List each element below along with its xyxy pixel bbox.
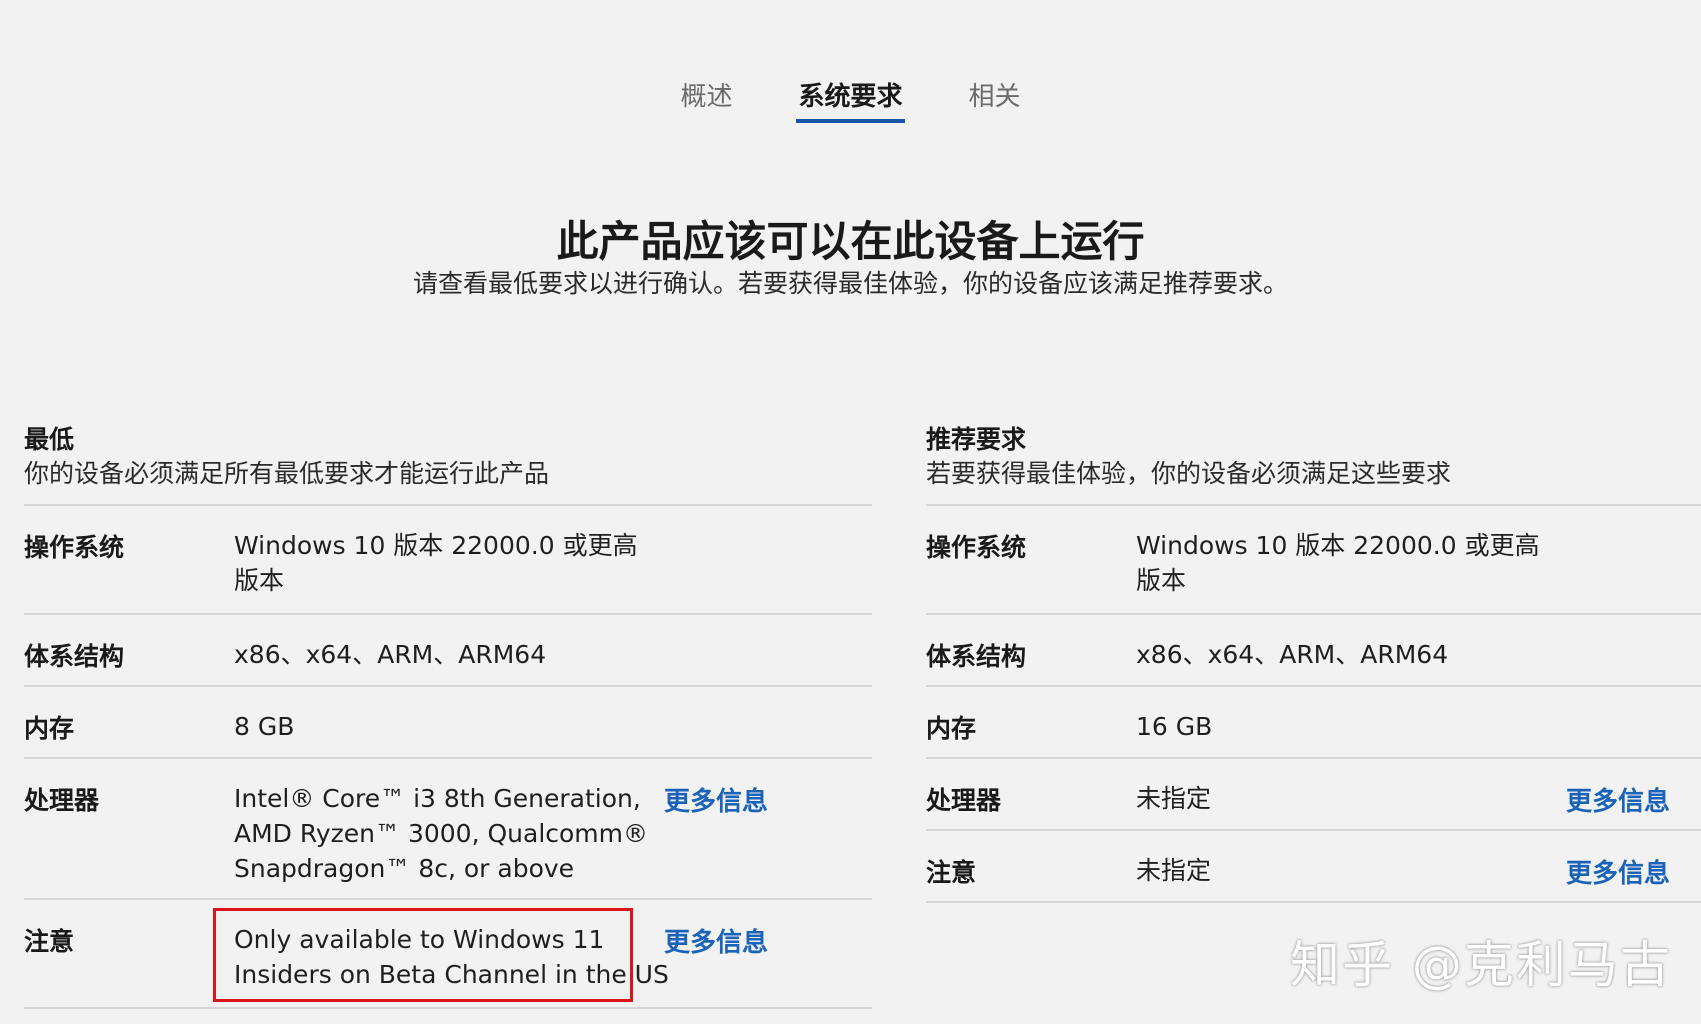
value-line: Only available to Windows 11 xyxy=(234,925,605,954)
requirement-label: 操作系统 xyxy=(24,533,125,562)
value-line: 版本 xyxy=(1136,566,1187,595)
requirement-value: Windows 10 版本 22000.0 或更高 版本 xyxy=(234,528,654,598)
requirement-value: 16 GB xyxy=(1136,712,1213,741)
recommended-description: 若要获得最佳体验，你的设备必须满足这些要求 xyxy=(926,459,1452,488)
value-line: Windows 10 版本 22000.0 或更高 xyxy=(1136,531,1540,560)
requirement-label: 操作系统 xyxy=(926,533,1027,562)
recommended-requirements-table: 操作系统 Windows 10 版本 22000.0 或更高 版本 体系结构 x… xyxy=(926,504,1701,903)
tab-bar: 概述 系统要求 相关 xyxy=(0,70,1701,123)
recommended-requirements-section: 推荐要求 若要获得最佳体验，你的设备必须满足这些要求 操作系统 Windows … xyxy=(926,420,1701,903)
more-info-link[interactable]: 更多信息 xyxy=(1566,853,1670,890)
minimum-requirements-table: 操作系统 Windows 10 版本 22000.0 或更高 版本 体系结构 x… xyxy=(24,504,872,1009)
requirement-row-memory: 内存 16 GB xyxy=(926,687,1701,759)
requirement-label: 注意 xyxy=(926,858,977,887)
more-info-link[interactable]: 更多信息 xyxy=(1566,781,1670,818)
requirement-value: Windows 10 版本 22000.0 或更高 版本 xyxy=(1136,528,1556,598)
requirement-row-note: 注意 未指定 更多信息 xyxy=(926,831,1701,903)
tab-overview[interactable]: 概述 xyxy=(678,70,734,123)
page-subtitle: 请查看最低要求以进行确认。若要获得最佳体验，你的设备应该满足推荐要求。 xyxy=(412,269,1288,298)
requirement-label: 体系结构 xyxy=(24,642,125,671)
more-info-link[interactable]: 更多信息 xyxy=(664,922,768,959)
requirement-row-architecture: 体系结构 x86、x64、ARM、ARM64 xyxy=(24,615,872,687)
requirement-label: 内存 xyxy=(926,714,977,743)
requirement-value: Only available to Windows 11 Insiders on… xyxy=(234,922,669,992)
minimum-title: 最低 xyxy=(24,425,75,454)
tab-system-requirements[interactable]: 系统要求 xyxy=(796,70,905,123)
watermark: 知乎 @克利马古 xyxy=(1290,936,1672,994)
more-info-link[interactable]: 更多信息 xyxy=(664,781,768,818)
value-line: Windows 10 版本 22000.0 或更高 xyxy=(234,531,638,560)
minimum-requirements-section: 最低 你的设备必须满足所有最低要求才能运行此产品 操作系统 Windows 10… xyxy=(24,420,872,1009)
requirement-value: x86、x64、ARM、ARM64 xyxy=(1136,640,1449,669)
requirement-label: 内存 xyxy=(24,714,75,743)
requirement-row-architecture: 体系结构 x86、x64、ARM、ARM64 xyxy=(926,615,1701,687)
requirement-row-note: 注意 Only available to Windows 11 Insiders… xyxy=(24,900,872,1009)
requirement-row-memory: 内存 8 GB xyxy=(24,687,872,759)
tab-related[interactable]: 相关 xyxy=(967,70,1023,123)
value-line: AMD Ryzen™ 3000, Qualcomm® xyxy=(234,819,649,848)
recommended-title: 推荐要求 xyxy=(926,425,1027,454)
value-line: 版本 xyxy=(234,566,285,595)
page-title: 此产品应该可以在此设备上运行 xyxy=(556,217,1145,266)
requirement-row-os: 操作系统 Windows 10 版本 22000.0 或更高 版本 xyxy=(24,506,872,615)
requirement-label: 注意 xyxy=(24,927,75,956)
requirement-value: Intel® Core™ i3 8th Generation, AMD Ryze… xyxy=(234,781,648,886)
value-line: Snapdragon™ 8c, or above xyxy=(234,854,575,883)
requirement-label: 处理器 xyxy=(926,786,1002,815)
requirement-label: 处理器 xyxy=(24,786,100,815)
minimum-description: 你的设备必须满足所有最低要求才能运行此产品 xyxy=(24,459,550,488)
requirement-value: x86、x64、ARM、ARM64 xyxy=(234,640,547,669)
value-line: Intel® Core™ i3 8th Generation, xyxy=(234,784,641,813)
requirement-row-processor: 处理器 未指定 更多信息 xyxy=(926,759,1701,831)
requirement-row-processor: 处理器 Intel® Core™ i3 8th Generation, AMD … xyxy=(24,759,872,900)
requirement-value: 未指定 xyxy=(1136,784,1212,813)
requirement-value: 8 GB xyxy=(234,712,295,741)
value-line: Insiders on Beta Channel in the US xyxy=(234,960,669,989)
requirement-label: 体系结构 xyxy=(926,642,1027,671)
requirement-value: 未指定 xyxy=(1136,856,1212,885)
requirement-row-os: 操作系统 Windows 10 版本 22000.0 或更高 版本 xyxy=(926,506,1701,615)
